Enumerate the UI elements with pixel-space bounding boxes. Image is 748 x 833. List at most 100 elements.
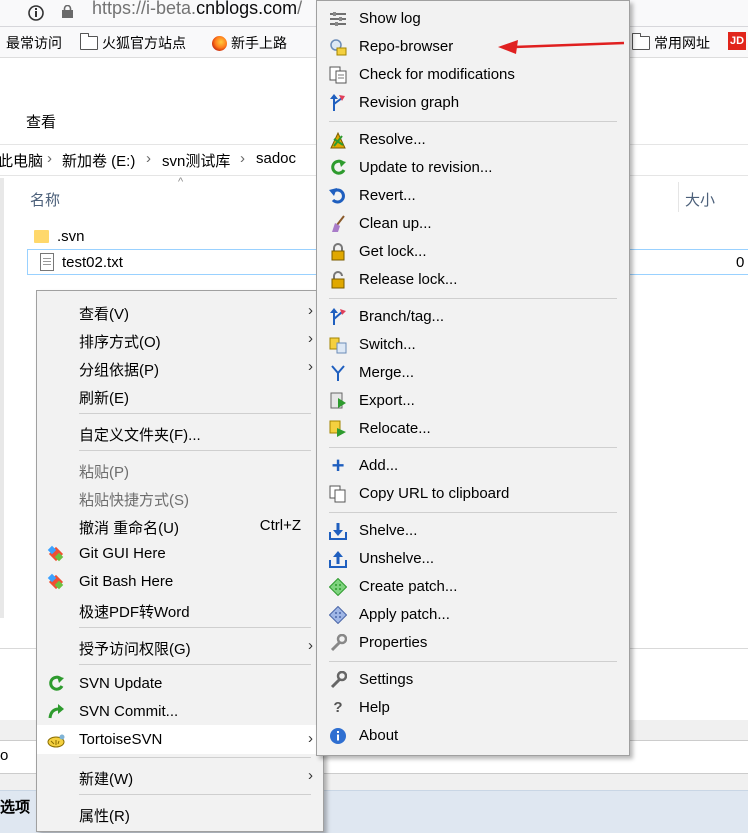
submenu-arrow-icon: › [308,358,313,375]
menu-item-create-patch[interactable]: Create patch... [317,573,629,601]
menu-item-help[interactable]: ? Help [317,694,629,722]
menu-separator [79,627,311,628]
menu-item-apply-patch[interactable]: Apply patch... [317,601,629,629]
menu-item-label: Release lock... [359,271,458,288]
menu-item-switch[interactable]: Switch... [317,331,629,359]
firefox-icon [212,35,227,51]
revision-graph-icon [329,94,347,112]
menu-item-about[interactable]: About [317,722,629,750]
menu-item-git-gui[interactable]: Git GUI Here [37,540,323,568]
menu-item-new[interactable]: 新建(W) › [37,763,323,791]
menu-item-undo-rename[interactable]: 撤消 重命名(U) Ctrl+Z [37,512,323,540]
menu-item-label: 授予访问权限(G) [79,641,191,658]
menu-item-label: 属性(R) [79,808,130,825]
menu-item-label: Copy URL to clipboard [359,485,510,502]
release-lock-icon [329,271,347,289]
export-icon [329,392,347,410]
menu-item-release-lock[interactable]: Release lock... [317,266,629,294]
breadcrumb-separator: › [47,150,52,167]
menu-item-resolve[interactable]: Resolve... [317,126,629,154]
menu-item-label: Apply patch... [359,606,450,623]
ribbon-tab-view[interactable]: 查看 [26,111,56,132]
menu-separator [329,298,617,299]
menu-item-refresh[interactable]: 刷新(E) [37,382,323,410]
lower-text-fragment: o [0,747,9,764]
breadcrumb-sadoc[interactable]: sadoc [256,150,296,167]
context-menu: 查看(V) › 排序方式(O) › 分组依据(P) › 刷新(E) 自定义文件夹… [36,290,324,832]
menu-item-git-bash[interactable]: Git Bash Here [37,568,323,596]
git-icon [47,545,65,563]
add-icon: + [331,453,345,478]
menu-item-add[interactable]: + Add... [317,452,629,480]
menu-item-label: Show log [359,10,421,27]
menu-item-get-lock[interactable]: Get lock... [317,238,629,266]
breadcrumb-repo[interactable]: svn测试库 [162,150,230,171]
merge-icon [329,364,347,382]
submenu-arrow-icon: › [308,302,313,319]
menu-item-group-by[interactable]: 分组依据(P) › [37,354,323,382]
tortoisesvn-icon [47,731,65,749]
menu-item-label: Check for modifications [359,66,515,83]
menu-item-update-to-revision[interactable]: Update to revision... [317,154,629,182]
menu-item-pdf-to-word[interactable]: 极速PDF转Word [37,596,323,624]
options-text: 选项 [0,799,31,816]
sort-ascending-icon: ^ [178,176,184,188]
menu-item-svn-update[interactable]: SVN Update [37,670,323,698]
menu-item-show-log[interactable]: Show log [317,5,629,33]
breadcrumb-this-pc[interactable]: 此电脑 [0,150,43,171]
shelve-icon [329,522,347,540]
menu-item-label: Clean up... [359,215,432,232]
menu-item-export[interactable]: Export... [317,387,629,415]
menu-item-label: 极速PDF转Word [79,604,190,621]
menu-item-label: Properties [359,634,428,651]
menu-item-properties[interactable]: 属性(R) [37,800,323,828]
breadcrumb-drive[interactable]: 新加卷 (E:) [62,150,135,171]
menu-item-revert[interactable]: Revert... [317,182,629,210]
menu-item-label: SVN Update [79,675,163,692]
menu-item-check-modifications[interactable]: Check for modifications [317,61,629,89]
site-info-icon[interactable] [28,4,44,22]
menu-item-branch-tag[interactable]: Branch/tag... [317,303,629,331]
menu-item-label: Switch... [359,336,416,353]
menu-item-svn-commit[interactable]: SVN Commit... [37,698,323,726]
menu-item-view[interactable]: 查看(V) › [37,298,323,326]
branch-tag-icon [329,308,347,326]
menu-item-unshelve[interactable]: Unshelve... [317,545,629,573]
menu-item-copy-url[interactable]: Copy URL to clipboard [317,480,629,508]
column-header-name[interactable]: 名称 [30,189,60,210]
cleanup-icon [329,215,347,233]
bookmark-most-visited[interactable]: 最常访问 [6,33,62,53]
menu-separator [79,450,311,451]
menu-item-label: 粘贴(P) [79,464,129,481]
menu-item-label: 自定义文件夹(F)... [79,427,201,444]
bookmark-jd[interactable]: JD [728,32,746,50]
apply-patch-icon [329,606,347,624]
menu-item-shelve[interactable]: Shelve... [317,517,629,545]
menu-item-settings[interactable]: Settings [317,666,629,694]
bookmark-getting-started[interactable]: 新手上路 [212,33,287,53]
menu-item-tortoisesvn[interactable]: TortoiseSVN › [37,725,323,754]
file-row-svn[interactable]: .svn [34,224,85,248]
column-header-size[interactable]: 大小 [685,189,715,210]
menu-item-label: Get lock... [359,243,427,260]
menu-separator [329,121,617,122]
url-text[interactable]: https://i-beta.cnblogs.com/ [92,0,302,19]
menu-item-label: Git Bash Here [79,573,174,590]
menu-item-customize-folder[interactable]: 自定义文件夹(F)... [37,419,323,447]
file-name: test02.txt [62,253,123,271]
menu-item-sort-by[interactable]: 排序方式(O) › [37,326,323,354]
menu-item-grant-access[interactable]: 授予访问权限(G) › [37,633,323,661]
menu-item-clean-up[interactable]: Clean up... [317,210,629,238]
menu-separator [329,512,617,513]
menu-item-merge[interactable]: Merge... [317,359,629,387]
bookmark-firefox-site[interactable]: 火狐官方站点 [80,33,186,53]
column-divider[interactable] [678,182,679,212]
bookmark-common-sites[interactable]: 常用网址 [632,33,710,53]
menu-item-paste-shortcut[interactable]: 粘贴快捷方式(S) [37,484,323,512]
menu-item-paste[interactable]: 粘贴(P) [37,456,323,484]
repo-browser-icon [329,38,347,56]
menu-item-revision-graph[interactable]: Revision graph [317,89,629,117]
menu-item-relocate[interactable]: Relocate... [317,415,629,443]
file-name: .svn [57,227,85,245]
menu-item-properties[interactable]: Properties [317,629,629,657]
